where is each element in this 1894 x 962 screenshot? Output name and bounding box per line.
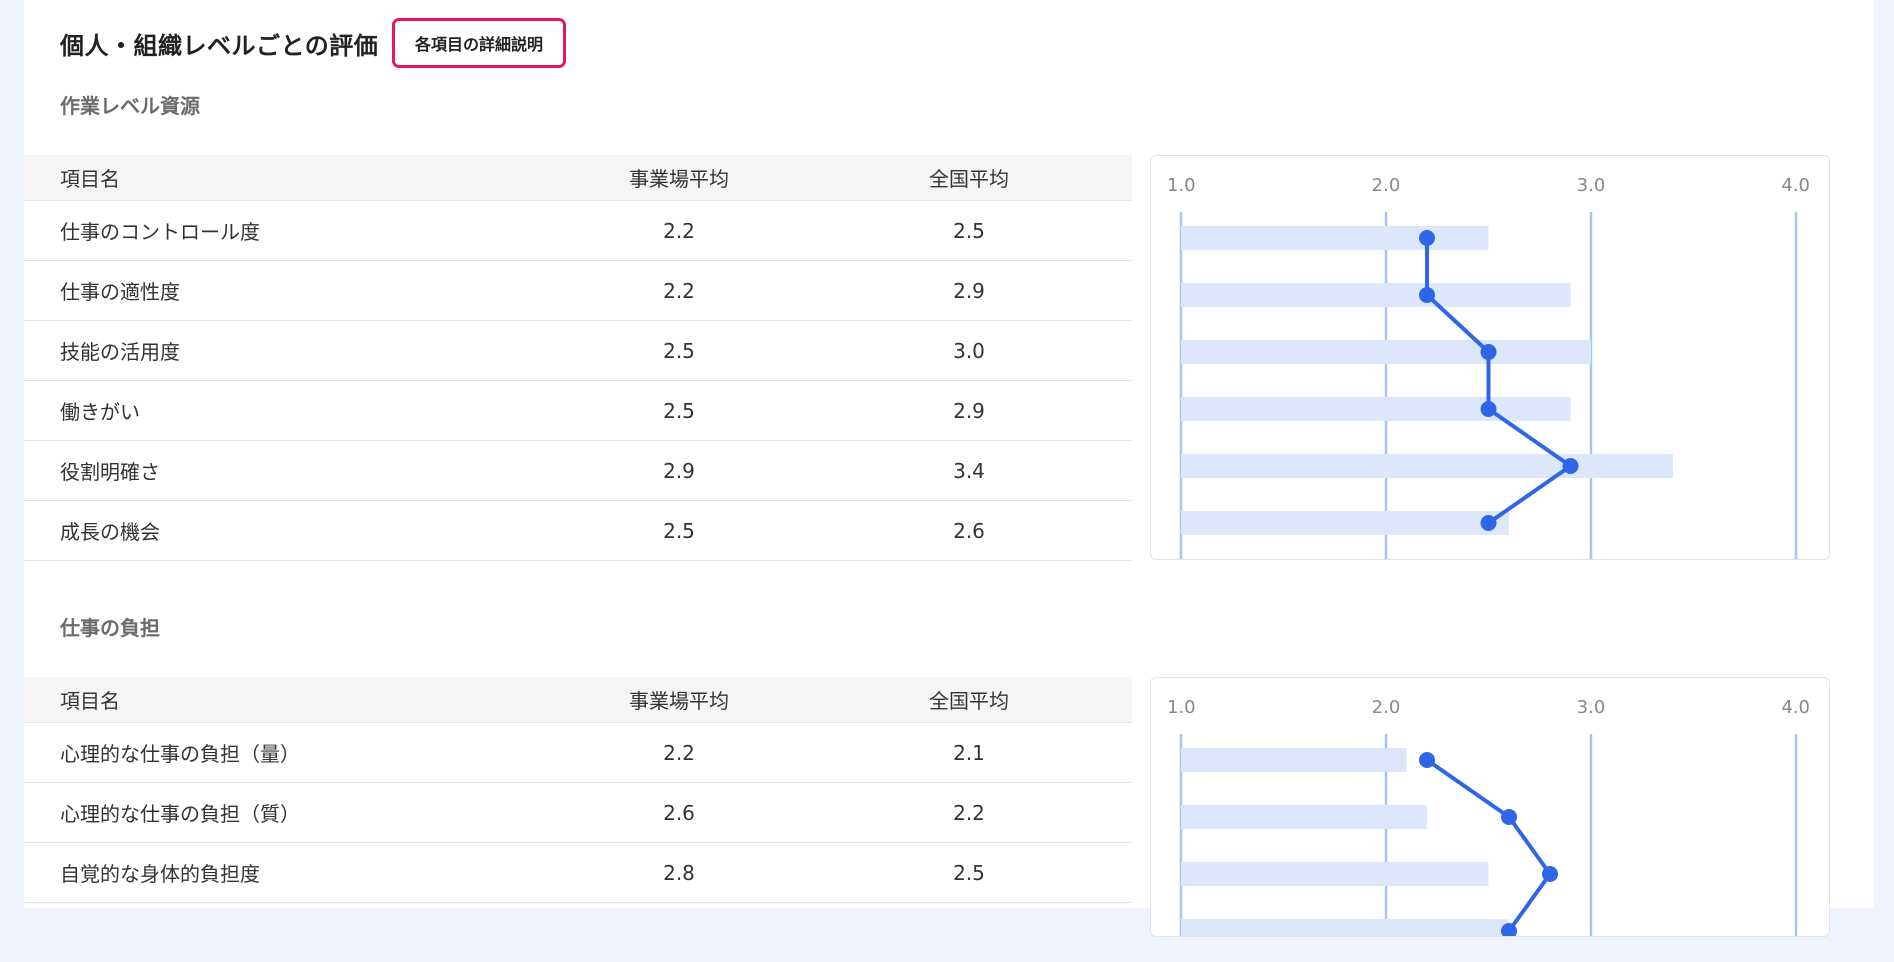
chart-point <box>1419 752 1435 768</box>
chart-bar <box>1181 397 1571 421</box>
chart-bar <box>1181 283 1571 307</box>
row-name: 自覚的な身体的負担度 <box>60 862 260 886</box>
table-row: 働きがい 2.5 2.9 <box>24 381 1132 441</box>
chart-point <box>1501 809 1517 825</box>
row-name: 技能の活用度 <box>60 340 180 364</box>
work-resources-chart: 1.0 2.0 3.0 4.0 <box>1150 155 1830 560</box>
evaluation-panel: 個人・組織レベルごとの評価 各項目の詳細説明 作業レベル資源 項目名 事業場平均… <box>24 0 1874 937</box>
row-site-average: 2.2 <box>663 278 695 303</box>
table-row: 心理的な仕事の負担（質） 2.6 2.2 <box>24 783 1132 843</box>
table-header: 項目名 事業場平均 全国平均 <box>24 155 1132 201</box>
row-site-average: 2.5 <box>663 518 695 543</box>
section-title-work-burden: 仕事の負担 <box>60 616 160 640</box>
row-name: 成長の機会 <box>60 520 160 544</box>
chart-point <box>1542 866 1558 882</box>
work-resources-table: 項目名 事業場平均 全国平均 仕事のコントロール度 2.2 2.5 仕事の適性度… <box>24 155 1132 561</box>
table-row: 自覚的な身体的負担度 2.8 2.5 <box>24 843 1132 903</box>
work-burden-chart: 1.0 2.0 3.0 4.0 <box>1150 677 1830 937</box>
row-site-average: 2.6 <box>663 800 695 825</box>
chart-tick-label: 3.0 <box>1577 697 1606 718</box>
chart-bar <box>1181 454 1673 478</box>
work-burden-table: 項目名 事業場平均 全国平均 心理的な仕事の負担（量） 2.2 2.1 心理的な… <box>24 677 1132 962</box>
row-name: 役割明確さ <box>60 460 160 484</box>
chart-point <box>1480 401 1497 417</box>
row-national-average: 3.0 <box>953 338 985 363</box>
chart-point <box>1419 230 1435 246</box>
row-site-average: 2.2 <box>663 218 695 243</box>
chart-tick-label: 2.0 <box>1372 697 1401 718</box>
header-name: 項目名 <box>60 167 120 191</box>
table-row: 仕事のコントロール度 2.2 2.5 <box>24 201 1132 261</box>
section-title-work-resources: 作業レベル資源 <box>60 94 200 118</box>
row-site-average: 2.8 <box>663 860 695 885</box>
row-site-average: 2.9 <box>663 458 695 483</box>
row-name: 心理的な仕事の負担（質） <box>60 802 300 826</box>
work-burden-chart-svg: 1.0 2.0 3.0 4.0 <box>1167 697 1810 936</box>
work-resources-chart-svg: 1.0 2.0 3.0 4.0 <box>1167 175 1810 559</box>
chart-bar <box>1181 748 1407 772</box>
row-national-average: 2.9 <box>953 398 985 423</box>
row-national-average: 2.9 <box>953 278 985 303</box>
header-national-average: 全国平均 <box>929 689 1009 713</box>
chart-tick-label: 2.0 <box>1372 175 1401 196</box>
row-national-average: 2.1 <box>953 740 985 765</box>
chart-tick-label: 3.0 <box>1577 175 1606 196</box>
row-national-average: 2.2 <box>953 800 985 825</box>
chart-point <box>1562 458 1579 474</box>
row-national-average: 2.5 <box>953 218 985 243</box>
chart-bar <box>1181 862 1489 886</box>
header-name: 項目名 <box>60 689 120 713</box>
chart-series-line <box>1425 238 1573 525</box>
header-national-average: 全国平均 <box>929 167 1009 191</box>
row-name: 仕事のコントロール度 <box>60 220 260 244</box>
header-site-average: 事業場平均 <box>629 689 729 713</box>
row-site-average: 2.5 <box>663 338 695 363</box>
chart-tick-label: 4.0 <box>1781 697 1810 718</box>
chart-tick-label: 1.0 <box>1167 697 1196 718</box>
chart-series-line <box>1425 758 1552 933</box>
row-site-average: 2.2 <box>663 740 695 765</box>
table-row: 成長の機会 2.5 2.6 <box>24 501 1132 561</box>
table-header: 項目名 事業場平均 全国平均 <box>24 677 1132 723</box>
chart-point <box>1480 515 1497 531</box>
table-row: 役割明確さ 2.9 3.4 <box>24 441 1132 501</box>
row-name: 心理的な仕事の負担（量） <box>60 742 300 766</box>
chart-bar <box>1181 805 1427 829</box>
table-row: 仕事の適性度 2.2 2.9 <box>24 261 1132 321</box>
header-site-average: 事業場平均 <box>629 167 729 191</box>
row-national-average: 2.5 <box>953 860 985 885</box>
chart-bar <box>1181 226 1489 250</box>
row-name: 仕事の適性度 <box>60 280 180 304</box>
chart-bar <box>1181 340 1591 364</box>
row-national-average: 3.4 <box>953 458 985 483</box>
chart-point <box>1419 287 1435 303</box>
chart-tick-label: 4.0 <box>1781 175 1810 196</box>
chart-point <box>1480 344 1497 360</box>
table-row: 心理的な仕事の負担（量） 2.2 2.1 <box>24 723 1132 783</box>
table-row: 技能の活用度 2.5 3.0 <box>24 321 1132 381</box>
chart-bar <box>1181 511 1509 535</box>
row-site-average: 2.5 <box>663 398 695 423</box>
table-row <box>24 903 1132 962</box>
page-title: 個人・組織レベルごとの評価 <box>60 32 379 60</box>
chart-tick-label: 1.0 <box>1167 175 1196 196</box>
row-national-average: 2.6 <box>953 518 985 543</box>
row-name: 働きがい <box>60 400 140 424</box>
detail-description-button[interactable]: 各項目の詳細説明 <box>392 18 566 68</box>
chart-bar <box>1181 919 1509 936</box>
